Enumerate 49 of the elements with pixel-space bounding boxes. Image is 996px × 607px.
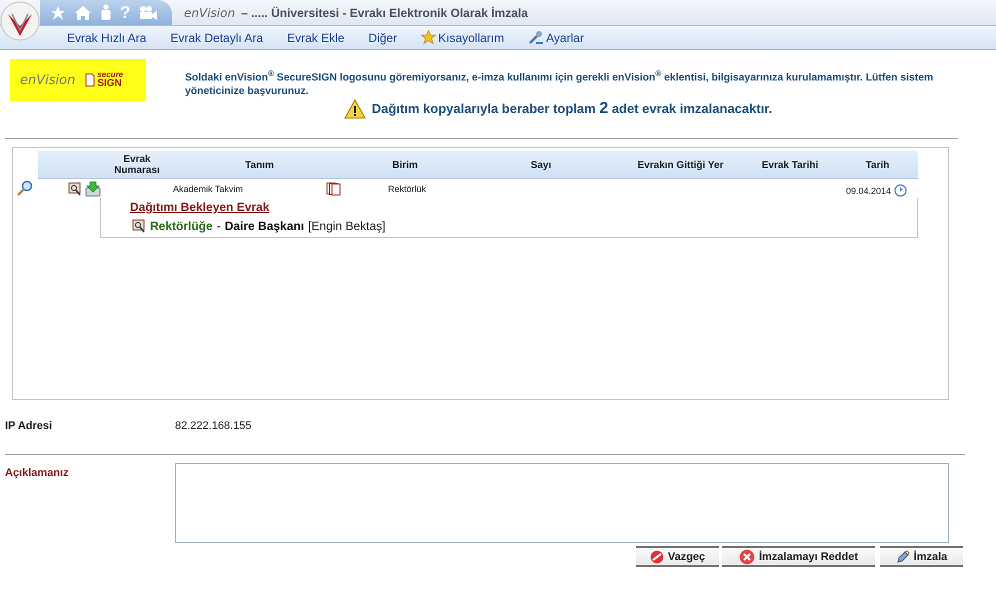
document-icon: [85, 73, 96, 87]
menu-item[interactable]: Evrak Ekle: [287, 30, 344, 44]
download-icon[interactable]: [85, 180, 101, 196]
copies-icon[interactable]: [326, 182, 342, 196]
table-cell: Akademik Takvim: [173, 184, 243, 194]
star-icon[interactable]: [50, 4, 66, 20]
field-label: Açıklamanız: [5, 466, 70, 481]
column-header[interactable]: Evrak Numarası: [101, 151, 173, 179]
badge-text: secure: [97, 71, 124, 79]
warning-icon: [344, 99, 366, 119]
distribution-link[interactable]: Dağıtımı Bekleyen Evrak: [130, 200, 270, 214]
clock-icon[interactable]: [894, 184, 908, 197]
menu-item[interactable]: Diğer: [368, 30, 398, 44]
menu-item[interactable]: Kısayollarım: [421, 30, 504, 45]
no-entry-icon: [650, 550, 664, 564]
column-header[interactable]: Tarih: [837, 151, 918, 179]
column-header[interactable]: Evrak Tarihi: [743, 151, 837, 179]
menu-item[interactable]: Evrak Hızlı Ara: [67, 30, 146, 44]
action-button[interactable]: İmzala: [880, 546, 963, 567]
preview-icon[interactable]: [132, 219, 146, 233]
close-icon: [738, 548, 755, 564]
recipient-unit: Rektörlüğe: [150, 219, 213, 233]
comment-field[interactable]: [175, 463, 949, 543]
field-label: IP Adresi: [5, 420, 54, 434]
badge-text: SIGN: [97, 79, 123, 89]
menu-item[interactable]: Ayarlar: [528, 30, 584, 45]
notice-text: Soldaki enVision$^{®}$ SecureSIGN logosunu göremiyorsanız, e-imza kullanımı için gerekli enVision$^{®}$ eklentisi, bilgisayarınıza kurulamamıştır. Lütfen sistem yöneticinize başvurunuz.: [185, 68, 934, 100]
table-cell: Rektörlük: [388, 184, 426, 194]
column-header[interactable]: Tanım: [173, 151, 346, 179]
preview-icon[interactable]: [68, 182, 82, 196]
brand-logo: enVision: [20, 72, 76, 88]
separator-text: -: [216, 219, 221, 233]
window-title: – ..... Üniversitesi - Evrakı Elektronik Olarak İmzala: [241, 6, 528, 20]
pen-icon: [896, 550, 910, 564]
tools-icon: [528, 30, 544, 45]
star-icon: [421, 30, 436, 45]
menu-item[interactable]: Evrak Detaylı Ara: [170, 30, 264, 44]
column-header[interactable]: Sayı: [464, 151, 618, 179]
recipient-role: Daire Başkanı: [224, 219, 304, 233]
warning-text: Dağıtım kopyalarıyla beraber toplam 2 adet evrak imzalanacaktır.: [372, 100, 772, 118]
recipient-name: [Engin Bektaş]: [308, 219, 386, 233]
brand-logo: enVision: [184, 6, 236, 20]
action-button[interactable]: Vazgeç: [636, 546, 719, 567]
table-cell: 09.04.2014: [846, 186, 892, 196]
column-header[interactable]: Evrakın Gittiği Yer: [618, 151, 743, 179]
magnifier-icon[interactable]: [16, 180, 34, 197]
action-button[interactable]: İmzalamayı Reddet: [722, 546, 875, 567]
ip-address: 82.222.168.155: [175, 420, 252, 434]
column-header[interactable]: Birim: [346, 151, 464, 179]
